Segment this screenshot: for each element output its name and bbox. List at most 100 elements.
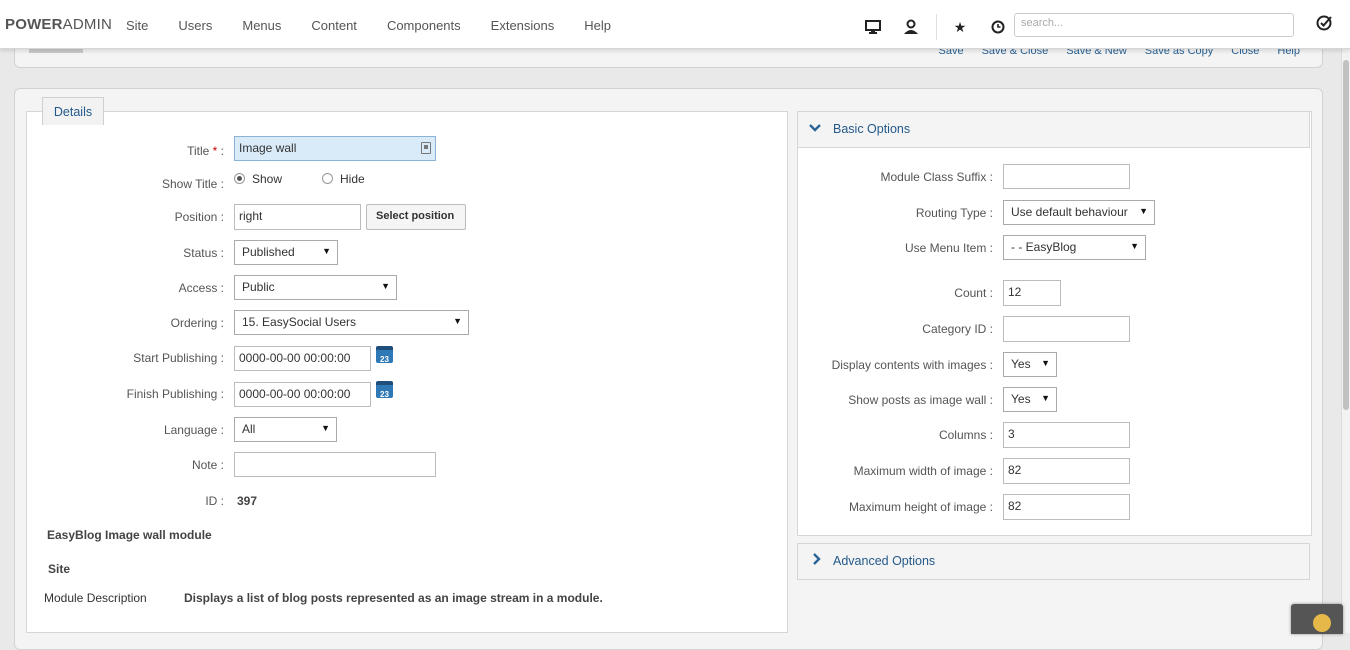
user-icon[interactable] [898,16,924,38]
show-posts-label-text: Show posts as image wall [848,393,987,407]
star-icon[interactable]: ★ [947,16,973,38]
hide-option-label[interactable]: Hide [340,172,365,186]
nav-icon-group: ★ [860,14,1023,40]
dropdown-arrow-icon: ▼ [321,423,330,433]
chevron-right-icon[interactable] [812,553,822,568]
access-select[interactable]: Public ▼ [234,275,397,300]
menu-content[interactable]: Content [311,18,357,33]
dropdown-arrow-icon: ▼ [1130,241,1139,251]
max-height-label: Maximum height of image : [848,500,993,514]
menu-components[interactable]: Components [387,18,461,33]
menu-extensions[interactable]: Extensions [491,18,555,33]
title-field[interactable]: Image wall [234,136,436,161]
note-label: Note : [191,458,224,472]
dropdown-arrow-icon: ▼ [322,246,331,256]
display-contents-with-images-select[interactable]: Yes ▼ [1003,352,1057,377]
columns-label: Columns : [938,428,993,442]
note-label-text: Note [191,458,218,472]
category-id-field[interactable] [1003,316,1130,342]
position-label-text: Position [174,210,218,224]
scrollbar-thumb[interactable] [1343,60,1349,410]
columns-field[interactable]: 3 [1003,422,1130,448]
clock-icon[interactable] [985,16,1011,38]
access-label: Access : [178,281,224,295]
show-title-label: Show Title : [161,177,224,191]
columns-label-text: Columns [938,428,987,442]
menu-help[interactable]: Help [584,18,611,33]
dropdown-arrow-icon: ▼ [381,281,390,291]
page-scrollbar[interactable] [1341,48,1350,633]
module-name: EasyBlog Image wall module [47,528,212,542]
max-height-label-text: Maximum height of image [848,500,987,514]
check-clock-icon[interactable] [1316,15,1332,35]
position-label: Position : [174,210,224,224]
show-posts-as-image-wall-label: Show posts as image wall : [848,393,993,407]
show-option-label[interactable]: Show [252,172,282,186]
note-field[interactable] [234,452,436,477]
advanced-options-title[interactable]: Advanced Options [833,554,935,568]
routing-type-label: Routing Type : [915,206,993,220]
id-label-text: ID [205,494,218,508]
nav-divider [936,14,937,40]
start-publishing-field[interactable]: 0000-00-00 00:00:00 [234,346,371,371]
status-select[interactable]: Published ▼ [234,240,338,265]
menu-users[interactable]: Users [178,18,212,33]
count-field[interactable]: 12 [1003,280,1061,306]
calendar-icon[interactable]: 23 [376,346,393,364]
max-height-field[interactable]: 82 [1003,494,1130,520]
brand-logo[interactable]: POWERADMIN [5,16,112,33]
use-menu-item-select[interactable]: - - EasyBlog ▼ [1003,235,1146,260]
start-label-text: Start Publishing [133,351,218,365]
columns-value: 3 [1008,427,1015,441]
status-label-text: Status [183,246,218,260]
module-site: Site [48,562,71,576]
widget-logo-icon [1313,614,1331,632]
menu-menus[interactable]: Menus [242,18,281,33]
use-menu-item-label-text: Use Menu Item [904,241,987,255]
show-title-show-radio[interactable] [234,173,245,184]
required-marker: * [212,144,218,158]
tab-details[interactable]: Details [42,97,104,125]
search-input[interactable]: search... [1014,13,1294,37]
finish-publishing-label: Finish Publishing : [126,387,224,401]
finish-label-text: Finish Publishing [126,387,218,401]
title-value: Image wall [239,141,297,155]
chevron-down-icon[interactable] [809,122,821,136]
main-menu: Site Users Menus Content Components Exte… [126,18,611,33]
ordering-label: Ordering : [170,316,224,330]
basic-options-title[interactable]: Basic Options [833,122,910,136]
routing-type-select[interactable]: Use default behaviour ▼ [1003,200,1155,225]
routing-type-label-text: Routing Type [915,206,987,220]
monitor-icon[interactable] [860,16,886,38]
max-height-value: 82 [1008,499,1022,513]
show-title-hide-radio[interactable] [322,173,333,184]
status-label: Status : [183,246,224,260]
contact-card-icon[interactable] [421,142,431,154]
dropdown-arrow-icon: ▼ [1139,206,1148,216]
count-label: Count : [954,286,993,300]
finish-publishing-field[interactable]: 0000-00-00 00:00:00 [234,382,371,407]
id-label: ID : [205,494,224,508]
language-label-text: Language [163,423,218,437]
ordering-label-text: Ordering [170,316,218,330]
max-width-field[interactable]: 82 [1003,458,1130,484]
show-posts-as-image-wall-select[interactable]: Yes ▼ [1003,387,1057,412]
position-field[interactable]: right [234,204,361,230]
ordering-select[interactable]: 15. EasySocial Users ▼ [234,310,469,335]
start-value: 0000-00-00 00:00:00 [239,351,351,365]
language-select[interactable]: All ▼ [234,417,337,442]
show-posts-value: Yes [1011,392,1031,406]
brand-part1: POWER [5,16,63,33]
floating-widget[interactable] [1291,604,1343,634]
select-position-button[interactable]: Select position [366,204,466,230]
top-navbar: POWERADMIN Site Users Menus Content Comp… [0,0,1350,49]
menu-site[interactable]: Site [126,18,148,33]
calendar-icon[interactable]: 23 [376,381,393,399]
use-menu-item-value: - - EasyBlog [1011,240,1077,254]
module-class-suffix-field[interactable] [1003,164,1130,189]
title-label-text: Title [187,144,210,158]
display-contents-with-images-label: Display contents with images : [831,358,993,372]
count-label-text: Count [954,286,987,300]
language-label: Language : [163,423,224,437]
brand-part2: ADMIN [62,16,113,33]
